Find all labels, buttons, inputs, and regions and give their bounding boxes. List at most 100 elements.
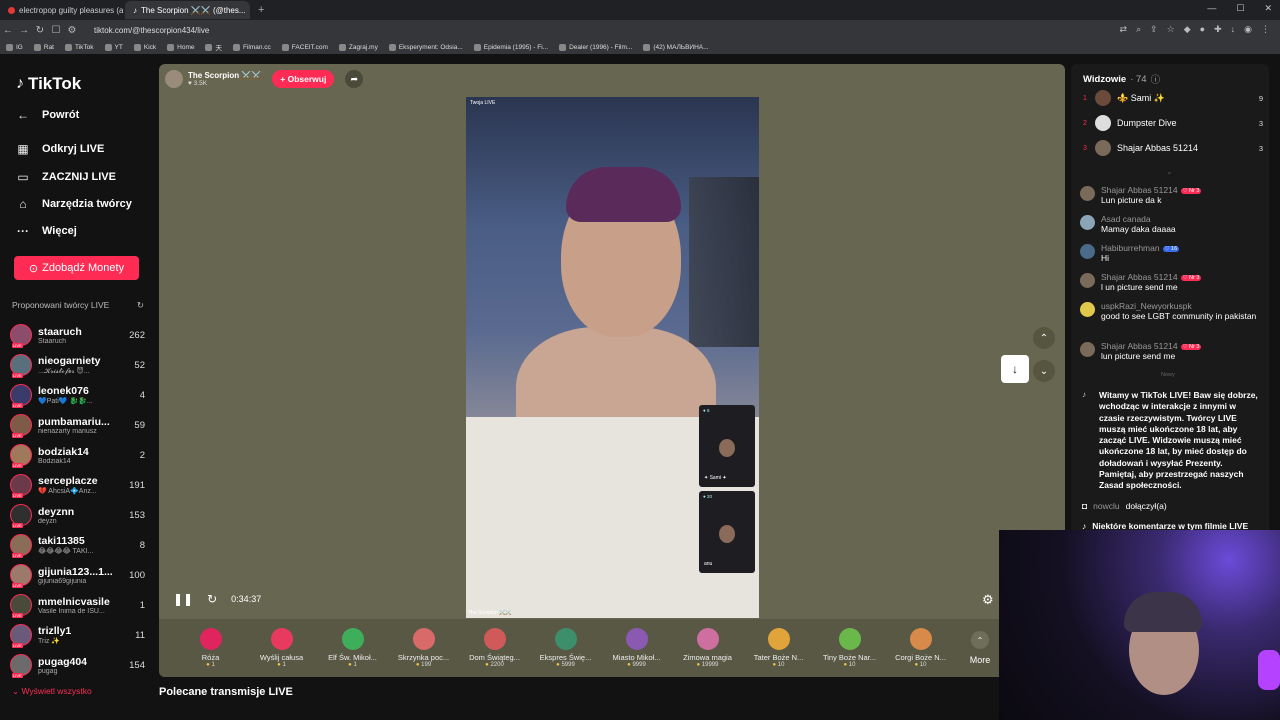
maximize-icon[interactable]: ☐ bbox=[1236, 3, 1244, 14]
previous-live-button[interactable]: ⌃ bbox=[1033, 327, 1055, 349]
gift-item[interactable]: Elf Św. Mikoł...1 bbox=[317, 628, 388, 668]
bookmark-favicon-icon bbox=[281, 43, 289, 51]
bookmark-item[interactable]: Zagraj.my bbox=[338, 43, 378, 51]
bookmark-item[interactable]: Epidemia (1995) - Fi... bbox=[473, 43, 548, 51]
suggested-creator-item[interactable]: nieogarniety...𝓚𝓻𝓲𝓼𝓽𝓸𝓯𝓮𝓻 😈... 52 bbox=[10, 352, 145, 378]
top-viewer-item[interactable]: 2 Dumpster Dive 3 bbox=[1083, 115, 1263, 131]
get-coins-button[interactable]: ⊙ Zdobądź Monety bbox=[14, 256, 139, 280]
more-gifts-button[interactable]: ⌃ More bbox=[960, 631, 1000, 665]
gift-item[interactable]: Skrzynka poc...199 bbox=[388, 628, 459, 668]
bookmark-item[interactable]: (42) МАЛЬВИНА... bbox=[643, 43, 709, 51]
back-arrow-icon[interactable]: ← bbox=[0, 25, 16, 36]
tiktok-logo[interactable]: ♪ TikTok bbox=[16, 74, 81, 94]
avatar[interactable] bbox=[1080, 302, 1095, 317]
suggested-creator-item[interactable]: leonek076💙Pati💙 🐉🐉... 4 bbox=[10, 382, 145, 408]
top-viewer-item[interactable]: 1 ⚜️ Sami ✨ 9 bbox=[1083, 90, 1263, 106]
chat-username[interactable]: Shajar Abbas 51214 ♡ Nr 3 bbox=[1101, 185, 1260, 195]
gift-item[interactable]: Corgi Boże N...10 bbox=[885, 628, 956, 668]
bookmark-item[interactable]: 天 bbox=[205, 42, 222, 52]
nav-item-more[interactable]: ··· Więcej bbox=[16, 224, 77, 238]
suggested-creator-item[interactable]: gijunia123...1...gijunia69gijunia 100 bbox=[10, 562, 145, 588]
share-icon[interactable]: ➦ bbox=[345, 70, 364, 88]
refresh-icon[interactable]: ↻ bbox=[137, 300, 144, 311]
share-icon[interactable]: ⇪ bbox=[1150, 24, 1158, 35]
suggested-creator-item[interactable]: pugag404pugag 154 bbox=[10, 652, 145, 678]
suggested-creator-item[interactable]: trizlly1Triz ✨ 11 bbox=[10, 622, 145, 648]
gift-item[interactable]: Tater Boże N...10 bbox=[743, 628, 814, 668]
new-tab-button[interactable]: + bbox=[250, 4, 272, 16]
profile-icon[interactable]: ◉ bbox=[1244, 24, 1252, 35]
star-icon[interactable]: ☆ bbox=[1167, 24, 1175, 35]
next-live-button[interactable]: ⌄ bbox=[1033, 360, 1055, 382]
info-icon[interactable]: ⓘ bbox=[1151, 72, 1161, 86]
suggested-creator-item[interactable]: bodziak14Bodziak14 2 bbox=[10, 442, 145, 468]
host-name[interactable]: The Scorpion ⚔️⚔️ bbox=[188, 71, 261, 80]
chat-username[interactable]: Habiburrehman ♡ 16 bbox=[1101, 243, 1260, 253]
avatar[interactable] bbox=[1080, 273, 1095, 288]
bookmark-item[interactable]: Eksperyment: Odsia... bbox=[388, 43, 463, 51]
avatar[interactable] bbox=[1080, 342, 1095, 357]
suggested-creator-item[interactable]: deyznndeyzn 153 bbox=[10, 502, 145, 528]
guest-video-tile[interactable]: ● 20 anu bbox=[699, 491, 755, 573]
gift-item[interactable]: Dom Świąteg...2200 bbox=[459, 628, 530, 668]
gift-item[interactable]: Wyślij całusa1 bbox=[246, 628, 317, 668]
chat-username[interactable]: Shajar Abbas 51214 ♡ Nr 3 bbox=[1101, 272, 1260, 282]
extension-icon[interactable]: ● bbox=[1200, 24, 1205, 35]
suggested-creator-item[interactable]: staaruchStaaruch 262 bbox=[10, 322, 145, 348]
bookmark-item[interactable]: Home bbox=[167, 43, 194, 51]
zoom-icon[interactable]: ⌕ bbox=[1136, 24, 1141, 35]
nav-item-discover-live[interactable]: ▦ Odkryj LIVE bbox=[16, 142, 104, 156]
nav-item-start-live[interactable]: ▭ ZACZNIJ LIVE bbox=[16, 170, 116, 184]
extension-icon[interactable]: ◆ bbox=[1184, 24, 1191, 35]
show-all-link[interactable]: ⌄ Wyświetl wszystko bbox=[12, 686, 92, 697]
reload-icon[interactable]: ↻ bbox=[32, 25, 48, 36]
settings-gear-icon[interactable]: ⚙ bbox=[982, 592, 994, 608]
minimize-icon[interactable]: — bbox=[1207, 3, 1216, 14]
gift-item[interactable]: Tiny Boże Nar...10 bbox=[814, 628, 885, 668]
bookmark-item[interactable]: Rat bbox=[33, 43, 54, 51]
back-button[interactable]: ← Powrót bbox=[16, 108, 79, 122]
scroll-down-button[interactable]: ↓ bbox=[1001, 355, 1029, 383]
chat-username[interactable]: Shajar Abbas 51214 ♡ Nr 3 bbox=[1101, 341, 1260, 351]
bookmark-item[interactable]: YT bbox=[104, 43, 123, 51]
gift-item[interactable]: Róża1 bbox=[175, 628, 246, 668]
download-icon[interactable]: ↓ bbox=[1231, 24, 1236, 35]
suggested-creator-item[interactable]: taki11385😂😂😂😂 TAKI... 8 bbox=[10, 532, 145, 558]
site-info-icon[interactable]: ⚙ bbox=[64, 25, 80, 36]
gift-item[interactable]: Zimowa magia19999 bbox=[672, 628, 743, 668]
bookmark-item[interactable]: Kick bbox=[133, 43, 156, 51]
suggested-creator-item[interactable]: serceplacze💔 AhcsiA💠Anz... 191 bbox=[10, 472, 145, 498]
avatar[interactable] bbox=[1080, 244, 1095, 259]
gift-item[interactable]: Ekspres Świę...5999 bbox=[530, 628, 601, 668]
bookmark-item[interactable]: TikTok bbox=[65, 43, 94, 51]
bookmark-page-icon[interactable]: ☐ bbox=[48, 25, 64, 36]
nav-item-creator-tools[interactable]: ⌂ Narzędzia twórcy bbox=[16, 197, 132, 211]
puzzle-icon[interactable]: ✚ bbox=[1214, 24, 1222, 35]
video-frame[interactable]: Twoja LIVE The Scorpion ⚔️⚔️ ● 8 ✦ Sami … bbox=[466, 97, 759, 618]
menu-dots-icon[interactable]: ⋮ bbox=[1261, 24, 1270, 35]
top-viewer-item[interactable]: 3 Shajar Abbas 51214 3 bbox=[1083, 140, 1263, 156]
bookmark-item[interactable]: IG bbox=[6, 43, 23, 51]
guest-count: ● 8 bbox=[703, 408, 710, 413]
suggested-creator-item[interactable]: pumbamariu...nienażarty mariusz 59 bbox=[10, 412, 145, 438]
close-window-icon[interactable]: ✕ bbox=[1264, 3, 1272, 14]
guest-video-tile[interactable]: ● 8 ✦ Sami ✦ bbox=[699, 405, 755, 487]
gift-item[interactable]: Miasto Mikoł...9999 bbox=[601, 628, 672, 668]
refresh-icon[interactable]: ↻ bbox=[207, 592, 217, 606]
chat-username[interactable]: uspkRazi_Newyorkuspk bbox=[1101, 301, 1260, 311]
avatar[interactable] bbox=[165, 70, 183, 88]
avatar[interactable] bbox=[1080, 186, 1095, 201]
browser-tab[interactable]: electropop guilty pleasures (a playlis ✕ bbox=[0, 1, 125, 19]
translate-icon[interactable]: ⇄ bbox=[1120, 24, 1128, 35]
chat-username[interactable]: Asad canada bbox=[1101, 214, 1260, 224]
bookmark-item[interactable]: FACEIT.com bbox=[281, 43, 328, 51]
bookmark-item[interactable]: Filman.cc bbox=[232, 43, 271, 51]
avatar[interactable] bbox=[1080, 215, 1095, 230]
suggested-creator-item[interactable]: mmelnicvasileVasile Inima de ISU... 1 bbox=[10, 592, 145, 618]
forward-arrow-icon[interactable]: → bbox=[16, 25, 32, 36]
pause-icon[interactable]: ❚❚ bbox=[173, 592, 193, 606]
bookmark-item[interactable]: Dealer (1996) - Film... bbox=[559, 43, 632, 51]
follow-button[interactable]: + Obserwuj bbox=[272, 70, 335, 88]
url-field[interactable]: tiktok.com/@thescorpion434/live bbox=[94, 26, 209, 35]
browser-tab-active[interactable]: ♪ The Scorpion ⚔️⚔️ (@thes... ✕ bbox=[125, 1, 250, 19]
